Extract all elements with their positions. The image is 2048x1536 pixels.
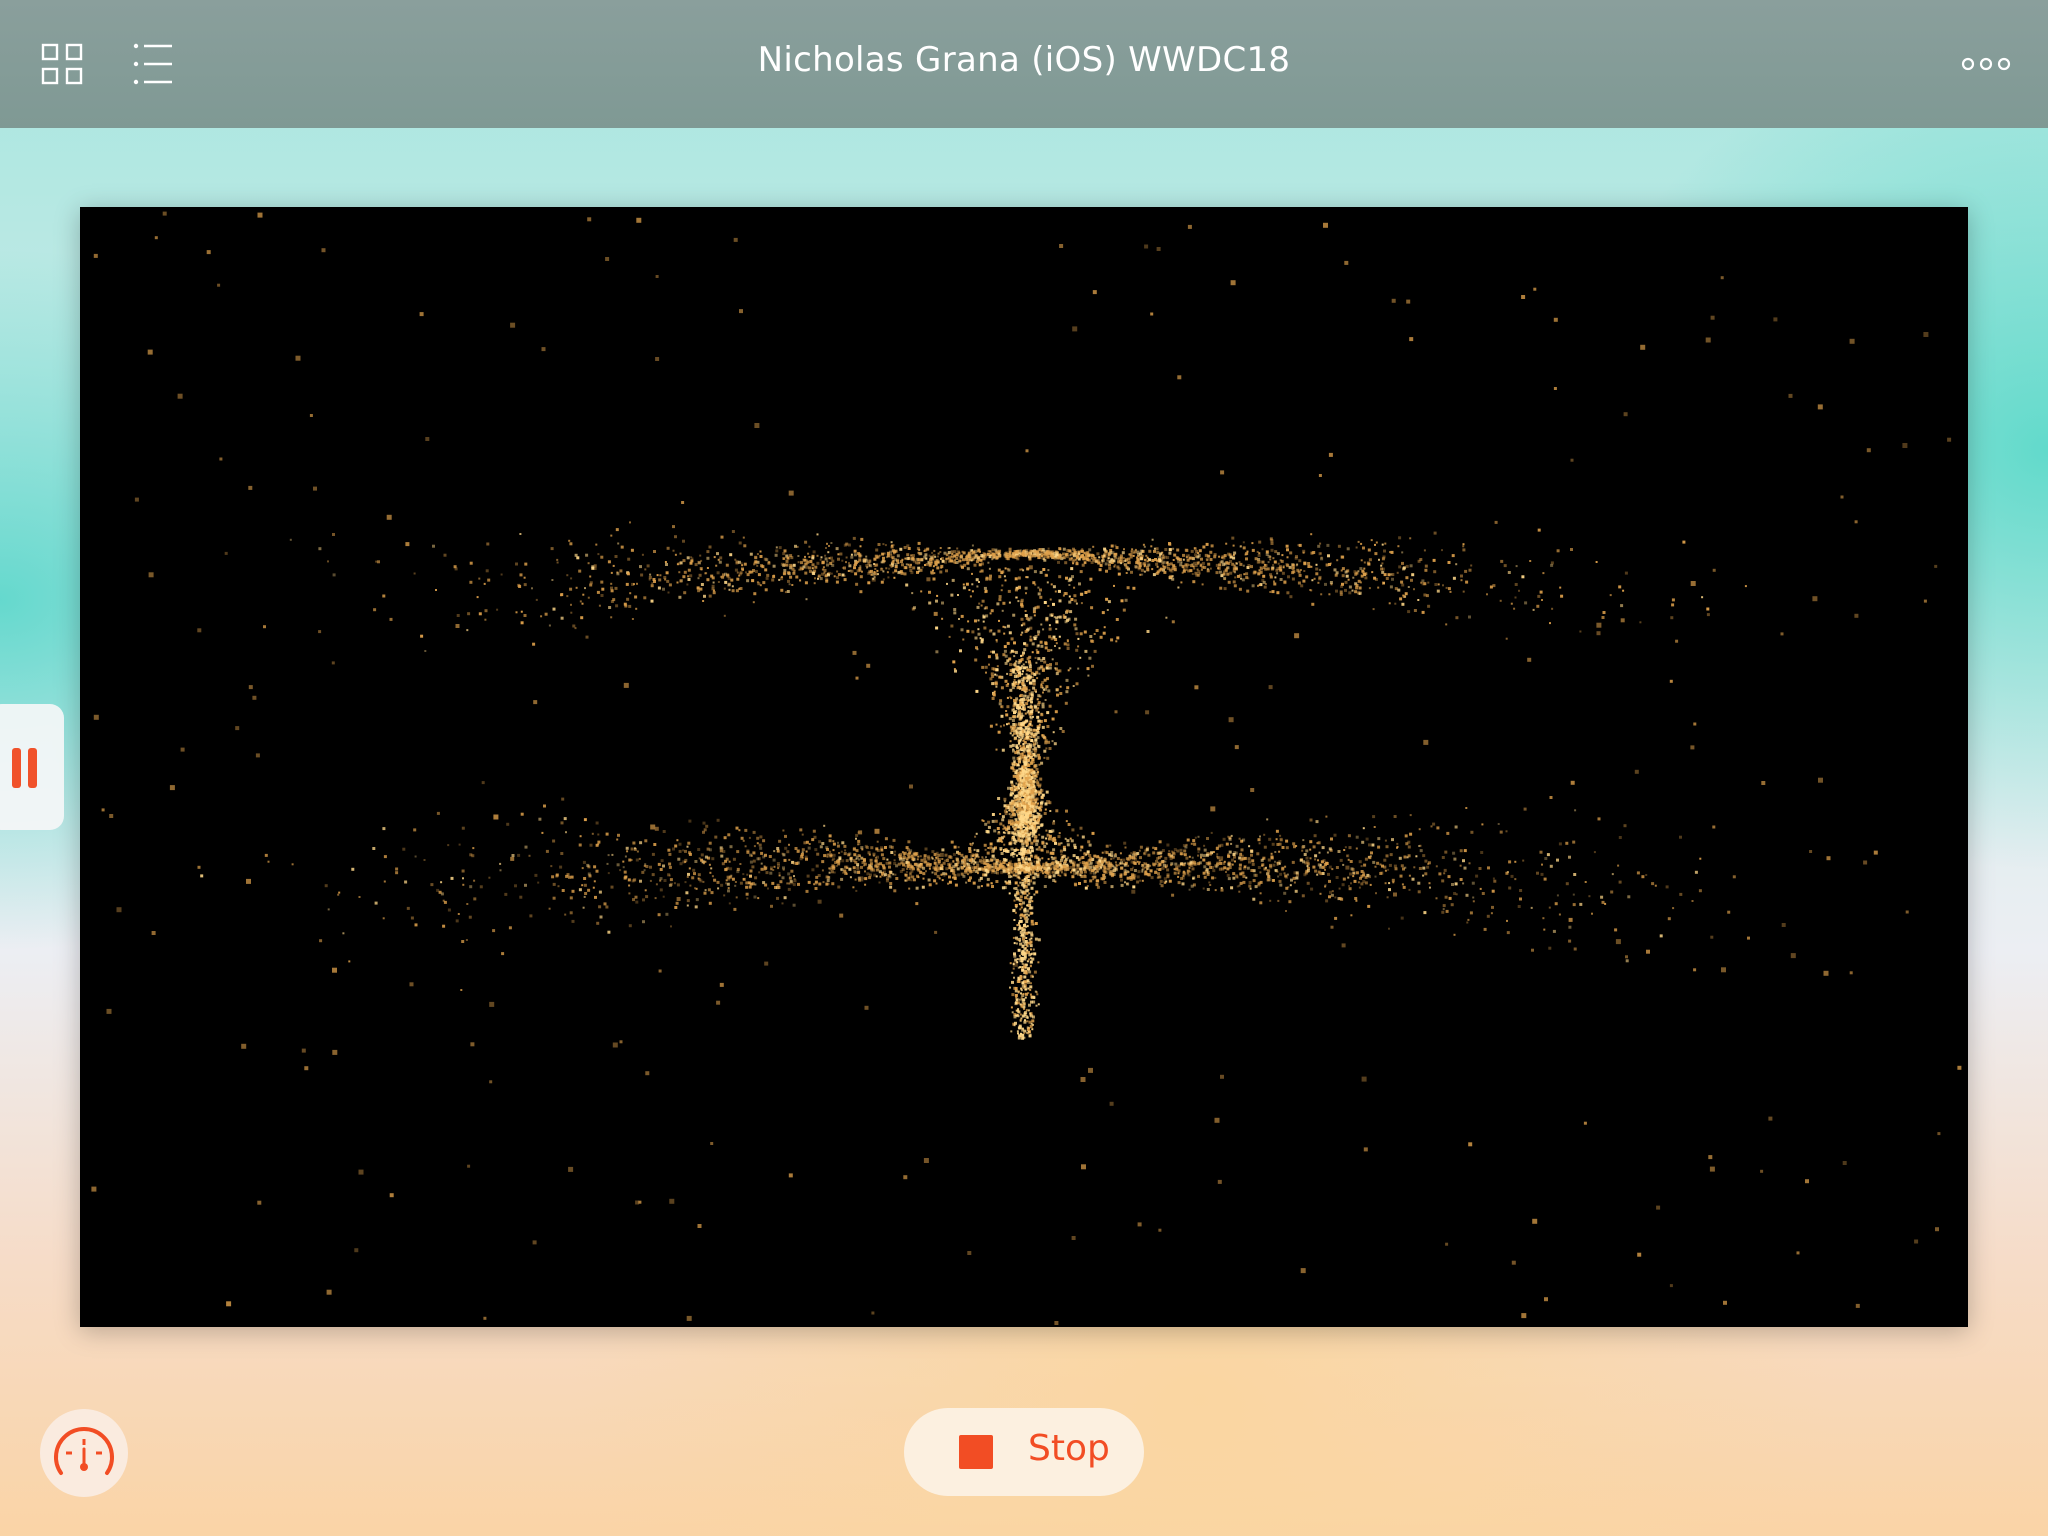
pause-icon-bar: [28, 748, 37, 788]
live-view-canvas[interactable]: [80, 207, 1968, 1327]
particle-vortex: [91, 211, 1962, 1325]
speed-gauge-button[interactable]: [40, 1409, 128, 1497]
navigation-bar: Nicholas Grana (iOS) WWDC18: [0, 0, 2048, 128]
stop-icon: [959, 1435, 993, 1469]
page-title: Nicholas Grana (iOS) WWDC18: [757, 40, 1291, 80]
stop-label: Stop: [1028, 1428, 1110, 1469]
pause-icon: [12, 748, 21, 788]
speedometer-icon: [54, 1427, 114, 1475]
pause-button[interactable]: [0, 704, 64, 830]
more-icon[interactable]: [1958, 36, 2014, 92]
playground-app: Nicholas Grana (iOS) WWDC18 Stop: [0, 0, 2048, 1536]
stop-button[interactable]: Stop: [904, 1408, 1144, 1496]
